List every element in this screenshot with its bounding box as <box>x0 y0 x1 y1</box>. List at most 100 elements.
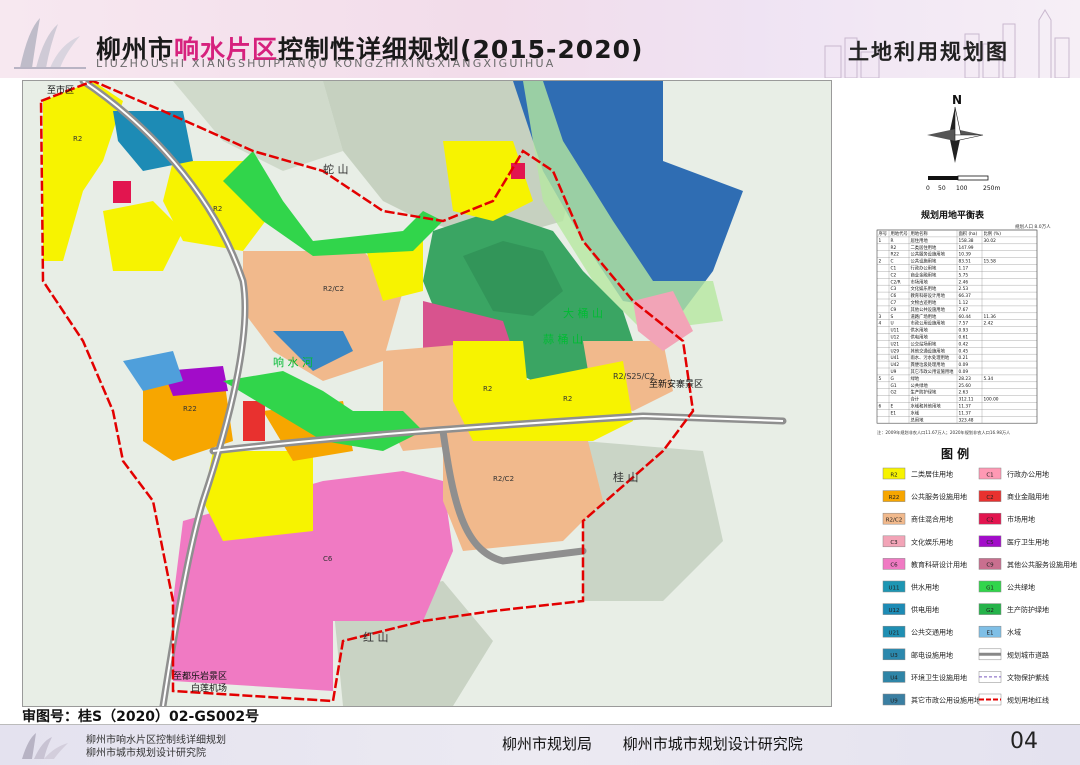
table-header-cell: 用地代号 <box>891 230 908 237</box>
land-use-map[interactable]: 至市区 至新安寨景区 至都乐岩景区 白莲机场 大 桶 山 蒜 桶 山 桂 山 红… <box>22 80 832 707</box>
table-cell: U21 <box>891 341 900 347</box>
legend-label: 公共服务设施用地 <box>911 492 967 501</box>
table-cell: 5.34 <box>984 376 994 382</box>
table-cell: 其他公共设施用地 <box>911 306 946 313</box>
table-cell: C <box>891 259 894 265</box>
label-mountain-4: 红 山 <box>363 631 389 644</box>
table-cell: 市政公用设施用地 <box>911 320 946 327</box>
header-banner: 柳州市响水片区控制性详细规划(2015-2020) LIUZHOUSHI XIA… <box>0 0 1080 78</box>
table-cell: R22 <box>891 252 900 258</box>
legend-label: 市场用地 <box>1007 515 1035 524</box>
footer-org-1: 柳州市规划局 <box>502 735 593 753</box>
table-cell: 2.53 <box>959 286 969 292</box>
table-cell: 0.42 <box>959 341 969 347</box>
legend-code: U11 <box>888 585 899 591</box>
label-mountain-2: 蒜 桶 山 <box>543 332 583 346</box>
sheet-title: 土地利用规划图 <box>848 40 1009 64</box>
north-arrow-icon <box>927 106 984 163</box>
table-header-cell: 面积 (ha) <box>959 230 978 237</box>
legend-label: 其他公共服务设施用地 <box>1007 560 1077 569</box>
scale-bar: 0 50 100 250m <box>926 175 1000 192</box>
label-mountain-3: 桂 山 <box>613 470 639 484</box>
land-balance-table: 序号 用地代号 用地名称 面积 (ha) 比例 (%) 1 R 居住用地 158.38 30.02… <box>876 229 1038 424</box>
table-cell: 60.44 <box>959 314 972 320</box>
table-cell: 2.46 <box>959 279 969 285</box>
table-cell: 文物古迹用地 <box>911 299 937 306</box>
table-cell: 公共设施用地 <box>911 258 937 265</box>
north-label: N <box>952 93 962 107</box>
footer-line-2: 柳州市城市规划设计研究院 <box>86 748 206 759</box>
table-cell: C2/R <box>891 279 901 285</box>
legend-code: U12 <box>888 608 899 614</box>
legend-code: C2 <box>986 495 993 501</box>
table-cell: 323.48 <box>959 417 974 423</box>
table-cell: 0.21 <box>959 355 969 361</box>
footer-bar: 柳州市响水片区控制线详细规划 柳州市城市规划设计研究院 柳州市规划局 柳州市城市… <box>0 724 1080 765</box>
table-cell: 6 <box>879 404 882 410</box>
zone-code: R2 <box>213 205 222 213</box>
legend-label: 二类居住用地 <box>911 470 953 479</box>
footer-line-1: 柳州市响水片区控制线详细规划 <box>86 735 226 746</box>
legend-label: 水域 <box>1007 628 1021 637</box>
legend-label: 公共交通用地 <box>911 628 953 637</box>
table-cell: 道路广场用地 <box>911 313 937 320</box>
legend-label: 商业金融用地 <box>1007 492 1049 501</box>
table-cell: 供电用地 <box>911 334 929 341</box>
label-to-dule: 至都乐岩景区 <box>173 670 227 682</box>
table-cell: U42 <box>891 362 900 368</box>
table-cell: G1 <box>891 383 897 389</box>
table-cell: C3 <box>891 286 897 292</box>
label-to-scenic: 至新安寨景区 <box>649 378 703 390</box>
legend-code: R22 <box>889 495 900 501</box>
zone-code: R2/C2 <box>493 475 514 483</box>
footer-project-lines: 柳州市响水片区控制线详细规划 柳州市城市规划设计研究院 <box>86 734 226 760</box>
table-cell: U12 <box>891 335 900 341</box>
table-cell: 1.12 <box>959 300 969 306</box>
table-cell: 行政办公用地 <box>911 265 937 272</box>
table-cell: 1 <box>879 238 882 244</box>
table-cell: 二类居住用地 <box>911 244 937 251</box>
table-cell: 水域和其他用地 <box>911 403 942 410</box>
table-cell: 教育科研设计用地 <box>911 292 946 299</box>
table-cell: 11.37 <box>959 404 972 410</box>
legend-label: 文化娱乐用地 <box>911 537 953 546</box>
legend-label: 文物保护紫线 <box>1007 673 1049 682</box>
table-cell: 0.61 <box>959 335 969 341</box>
table-cell: 11.36 <box>984 314 997 320</box>
page-subtitle: LIUZHOUSHI XIANGSHUIPIANQU KONGZHIXINGXI… <box>96 57 556 70</box>
table-cell: 0.09 <box>959 369 969 375</box>
legend-label: 环境卫生设施用地 <box>911 673 967 682</box>
table-cell: C2 <box>891 272 897 278</box>
legend-code: C9 <box>986 563 994 569</box>
table-cell: 0.45 <box>959 348 969 354</box>
legend-code: G1 <box>986 585 994 591</box>
table-cell: 25.60 <box>959 383 972 389</box>
legend-code: C2 <box>986 518 993 524</box>
table-header-cell: 用地名称 <box>911 230 929 237</box>
legend-code: C6 <box>890 563 898 569</box>
zone-code: R2/C2 <box>323 285 344 293</box>
zone-code: R22 <box>183 405 197 413</box>
legend-label: 生产防护绿地 <box>1007 605 1049 614</box>
scale-tick: 0 <box>926 185 930 192</box>
legend-label: 规划用地红线 <box>1007 696 1049 705</box>
table-cell: 供水用地 <box>911 327 929 334</box>
table-cell: 4 <box>879 321 882 327</box>
label-river: 响 水 河 <box>273 356 313 369</box>
zone-c2-market <box>511 163 525 179</box>
table-cell: G <box>891 376 894 382</box>
legend-label: 其它市政公用设施用地 <box>911 696 981 705</box>
footer-org-2: 柳州市城市规划设计研究院 <box>622 735 803 753</box>
legend-code: R2/C2 <box>886 518 903 524</box>
table-cell: 文化娱乐用地 <box>911 285 937 292</box>
table-cell: R2 <box>891 245 897 251</box>
table-cell: 312.11 <box>959 397 974 403</box>
scale-tick: 100 <box>956 185 968 192</box>
table-cell: 公共绿地 <box>911 382 929 389</box>
legend-label: 教育科研设计用地 <box>911 560 967 569</box>
table-cell: 147.99 <box>959 245 974 251</box>
table-cell: 绿地 <box>911 375 920 382</box>
table-cell: U11 <box>891 328 900 334</box>
legend-label: 供电用地 <box>911 605 939 614</box>
table-cell: C7 <box>891 300 897 306</box>
